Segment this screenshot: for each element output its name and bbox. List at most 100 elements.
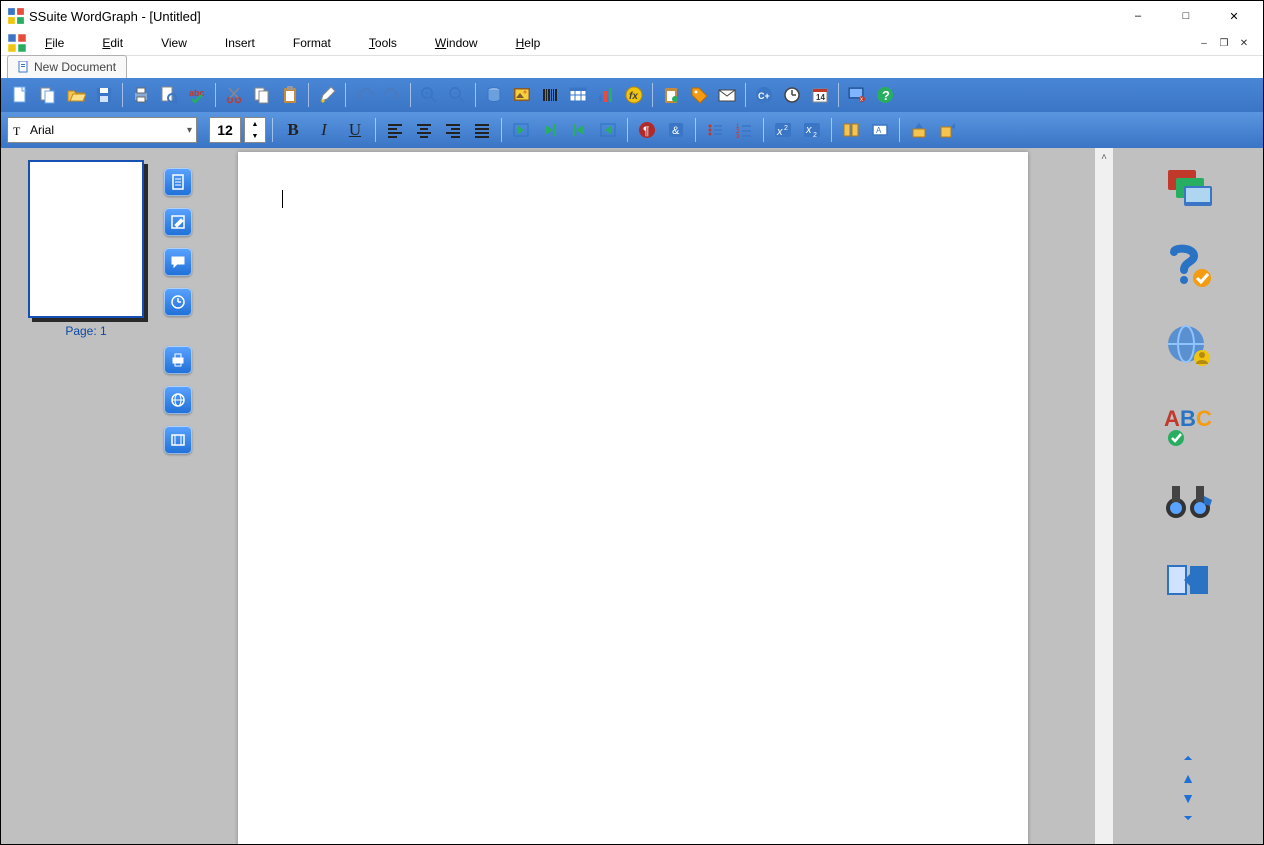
align-right-button[interactable] [440,117,466,143]
clock-button[interactable] [779,82,805,108]
mdi-restore-button[interactable]: ❐ [1215,35,1233,51]
undo-button[interactable] [351,82,377,108]
redo-button[interactable] [379,82,405,108]
special-char-button[interactable]: & [663,117,689,143]
mdi-close-button[interactable]: ✕ [1235,35,1253,51]
zoom-in-button[interactable] [416,82,442,108]
svg-text:x: x [776,126,783,138]
titlebar: SSuite WordGraph - [Untitled] – □ ✕ [1,1,1263,31]
minimize-button[interactable]: – [1115,1,1161,31]
chart-button[interactable] [593,82,619,108]
page-thumbnail[interactable] [28,160,144,318]
maximize-button[interactable]: □ [1163,1,1209,31]
svg-text:x: x [860,97,863,103]
print-button[interactable] [128,82,154,108]
barcode-button[interactable] [537,82,563,108]
image-button[interactable] [509,82,535,108]
mini-film-icon[interactable] [164,426,192,454]
font-size-spinner[interactable]: ▲▼ [244,117,266,143]
screen-button[interactable]: x [844,82,870,108]
align-justify-button[interactable] [469,117,495,143]
mini-globe-icon[interactable] [164,386,192,414]
para-left-button[interactable] [537,117,563,143]
document-page[interactable] [238,152,1028,844]
pager-top-icon[interactable]: ▲ [1181,754,1195,761]
mdi-minimize-button[interactable]: – [1195,35,1213,51]
mini-print-icon[interactable] [164,346,192,374]
cpp-button[interactable]: C+ [751,82,777,108]
underline-button[interactable]: U [341,117,369,143]
menubar: File Edit View Insert Format Tools Windo… [1,31,1263,56]
menu-edit[interactable]: Edit [92,33,151,53]
mini-clock-icon[interactable] [164,288,192,316]
vertical-scrollbar[interactable]: ˄ [1095,148,1113,844]
para-right-button[interactable] [566,117,592,143]
svg-text:3: 3 [736,134,740,139]
scroll-up-icon[interactable]: ˄ [1095,148,1113,166]
indent-increase-button[interactable] [595,117,621,143]
menu-format[interactable]: Format [283,33,359,53]
new-button[interactable] [7,82,33,108]
pager-bottom-icon[interactable]: ▼ [1181,814,1195,821]
svg-text:fx: fx [629,91,638,102]
globe-user-icon[interactable] [1162,322,1214,370]
menu-tools[interactable]: Tools [359,33,425,53]
columns-button[interactable] [838,117,864,143]
spellcheck-button[interactable]: abc [184,82,210,108]
font-select[interactable]: T Arial ▾ [7,117,197,143]
table-button[interactable] [565,82,591,108]
align-left-button[interactable] [382,117,408,143]
align-center-button[interactable] [411,117,437,143]
italic-button[interactable]: I [310,117,338,143]
bold-button[interactable]: B [279,117,307,143]
copy-button[interactable] [35,82,61,108]
mini-page-icon[interactable] [164,168,192,196]
split-icon[interactable] [1162,556,1214,604]
zoom-out-button[interactable] [444,82,470,108]
menu-file[interactable]: File [35,33,92,53]
mini-edit-icon[interactable] [164,208,192,236]
calendar-button[interactable]: 14 [807,82,833,108]
mail-button[interactable] [714,82,740,108]
menu-help[interactable]: Help [506,33,569,53]
copy2-button[interactable] [249,82,275,108]
tab-new-document[interactable]: New Document [7,55,127,78]
print-preview-button[interactable] [156,82,182,108]
font-size-input[interactable]: 12 [209,117,241,143]
highlighter-button[interactable] [314,82,340,108]
help-button[interactable]: ? [872,82,898,108]
screens-icon[interactable] [1162,166,1214,214]
superscript-button[interactable]: x2 [770,117,796,143]
database-button[interactable] [481,82,507,108]
textbox-button[interactable]: A [867,117,893,143]
question-icon[interactable] [1162,244,1214,292]
menu-view[interactable]: View [151,33,215,53]
svg-text:?: ? [882,88,890,103]
save-button[interactable] [91,82,117,108]
function-button[interactable]: fx [621,82,647,108]
tag-button[interactable] [686,82,712,108]
indent-decrease-button[interactable] [508,117,534,143]
mini-chat-icon[interactable] [164,248,192,276]
toolbar-format: T Arial ▾ 12 ▲▼ B I U ¶ & 123 x2 x2 A [1,112,1263,148]
open-button[interactable] [63,82,89,108]
arrow-up-button[interactable] [906,117,932,143]
menu-window[interactable]: Window [425,33,506,53]
right-panel: ABC ▲ ▲ ▼ ▼ [1113,148,1263,844]
pager-up-icon[interactable]: ▲ [1181,770,1195,784]
menu-insert[interactable]: Insert [215,33,283,53]
paste-button[interactable] [277,82,303,108]
svg-text:T: T [13,124,21,137]
cut-button[interactable] [221,82,247,108]
arrow-out-button[interactable] [935,117,961,143]
subscript-button[interactable]: x2 [799,117,825,143]
binoculars-icon[interactable] [1162,478,1214,526]
numbers-button[interactable]: 123 [731,117,757,143]
clipboard-button[interactable] [658,82,684,108]
close-button[interactable]: ✕ [1211,1,1257,31]
abc-check-icon[interactable]: ABC [1162,400,1214,448]
text-cursor [282,190,283,208]
bullets-button[interactable] [702,117,728,143]
pilcrow-button[interactable]: ¶ [634,117,660,143]
pager-down-icon[interactable]: ▼ [1181,790,1195,804]
